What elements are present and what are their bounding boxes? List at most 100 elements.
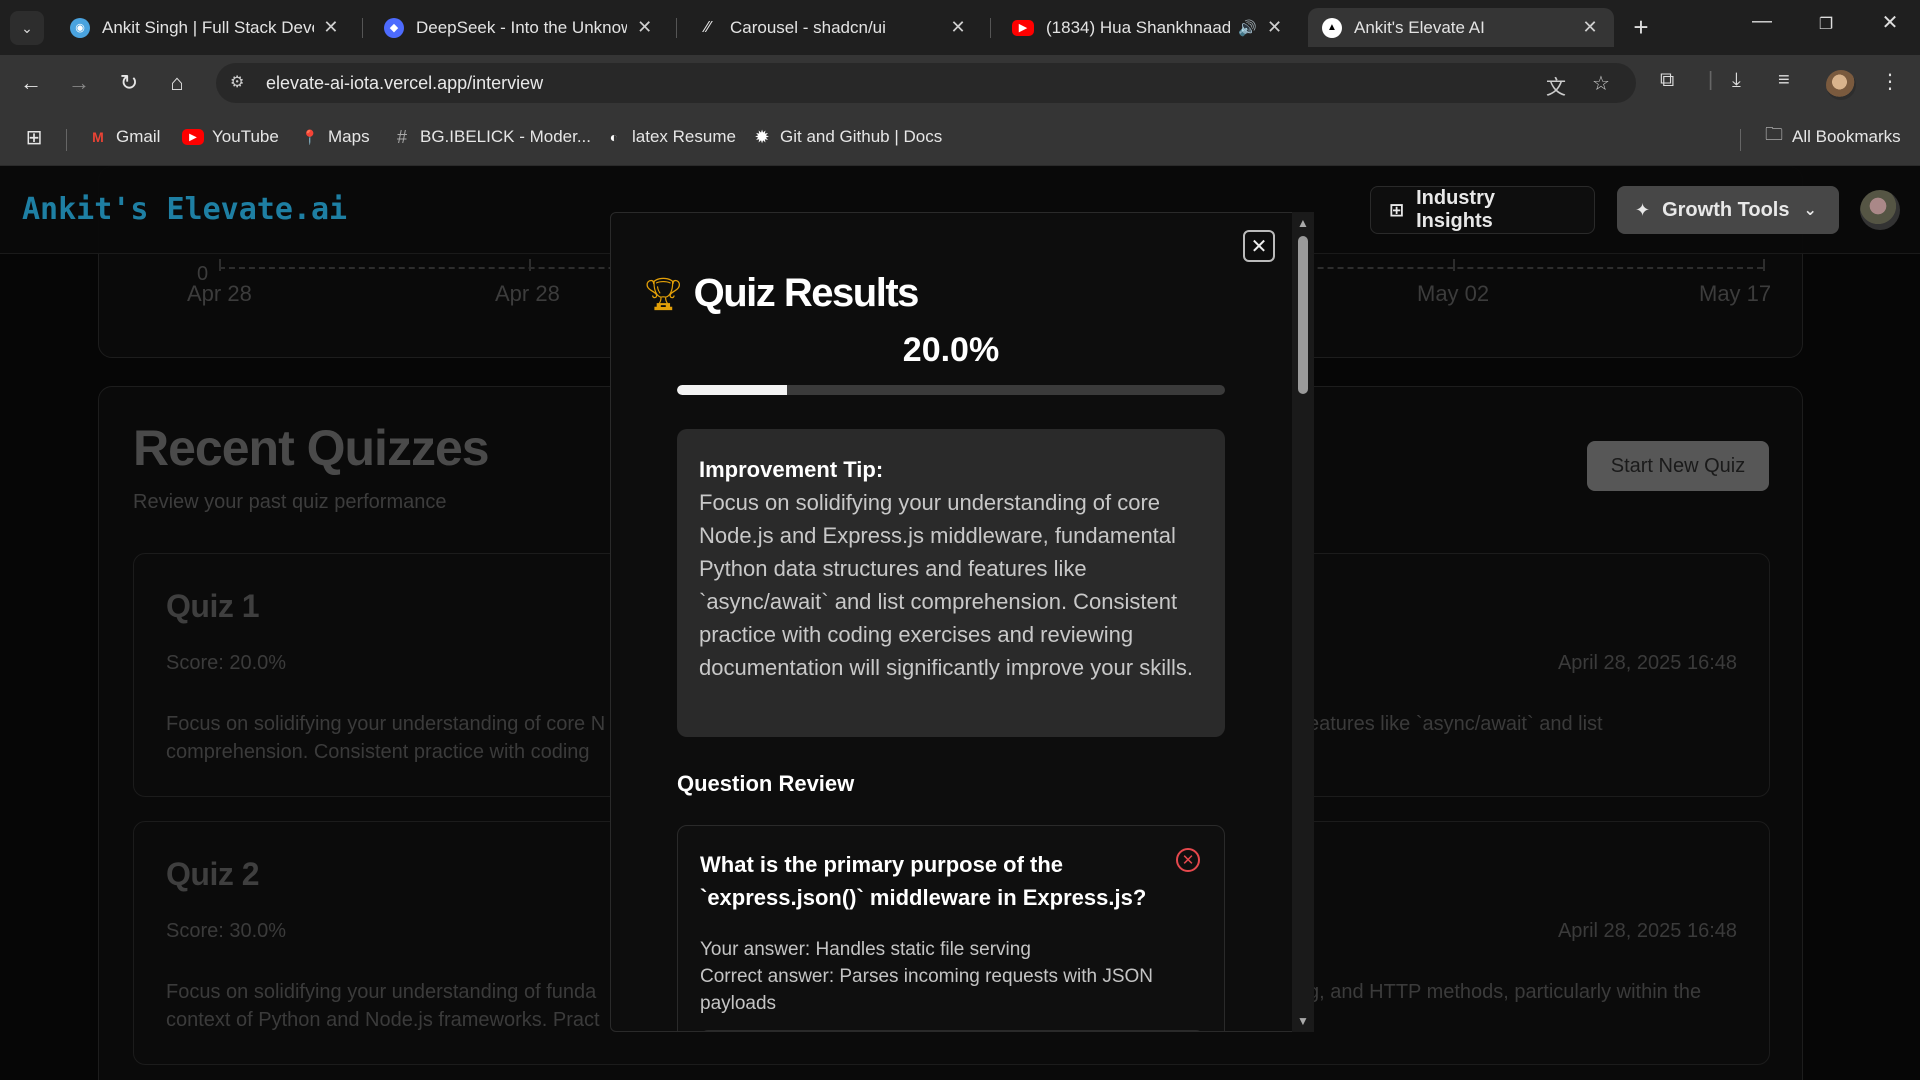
address-bar[interactable]: ⚙ elevate-ai-iota.vercel.app/interview 文… [216,63,1636,103]
bookmark-bg-ibelick[interactable]: # BG.IBELICK - Moder... [392,127,591,147]
vercel-icon: ▲ [1322,17,1342,38]
shadcn-icon: ⁄⁄ [705,18,711,36]
question-review-title: Question Review [677,771,855,796]
tab-shadcn[interactable]: ⁄⁄ Carousel - shadcn/ui ✕ [684,8,982,47]
bookmark-star-icon[interactable]: ☆ [1592,71,1610,96]
x-tick-label: May 17 [1699,281,1772,306]
x-tick-mark [1763,259,1765,271]
industry-insights-button[interactable]: ⊞ Industry Insights [1370,186,1595,234]
reload-button[interactable]: ↻ [114,68,144,98]
bookmark-divider [1740,129,1741,151]
start-new-quiz-button[interactable]: Start New Quiz [1587,441,1769,491]
restore-button[interactable]: ❐ [1806,14,1846,34]
quiz-tip-text-right: eatures like `async/await` and list [1308,713,1603,735]
quiz-score: Score: 30.0% [166,920,287,942]
question-review-item: What is the primary purpose of the `expr… [677,825,1225,1031]
recent-quizzes-subtitle: Review your past quiz performance [133,491,447,513]
sparkles-icon: ✦ [1635,199,1651,220]
quiz-score: Score: 20.0% [166,652,287,674]
incorrect-x-icon: ✕ [1176,848,1200,872]
close-tab-icon[interactable]: ✕ [322,17,340,38]
youtube-icon: ▶ [182,129,204,145]
tab-search-button[interactable]: ⌄ [10,11,44,45]
chevron-down-icon: ⌄ [1803,202,1817,219]
bookmark-latex-resume[interactable]: ◐ latex Resume [604,127,736,147]
scroll-up-icon[interactable]: ▲ [1297,216,1309,230]
bookmark-divider [66,129,67,151]
explanation-box [700,1030,1204,1031]
tab-strip: ⌄ ◉ Ankit Singh | Full Stack Develo ✕ ◆ … [0,0,1920,55]
all-bookmarks[interactable]: 🗀 All Bookmarks [1764,124,1901,147]
x-tick-mark [219,259,221,271]
your-answer: Your answer: Handles static file serving [700,939,1031,960]
hash-icon: # [396,126,407,147]
x-tick-label: May 02 [1417,281,1490,306]
translate-icon[interactable]: 文 [1546,71,1566,100]
close-window-button[interactable]: ✕ [1870,10,1910,35]
forward-button[interactable]: → [64,68,94,98]
folder-icon: 🗀 [1765,124,1783,144]
close-tab-icon[interactable]: ✕ [1580,17,1600,38]
site-settings-icon[interactable]: ⚙ [230,72,244,92]
dialog-scrollbar[interactable]: ▲ ▼ [1292,212,1314,1032]
improvement-tip-box: Improvement Tip: Focus on solidifying yo… [677,429,1225,737]
x-tick-label: Apr 28 [187,281,252,306]
gear-icon: ✹ [754,126,770,147]
quiz-date: April 28, 2025 16:48 [1557,920,1737,942]
x-tick-label: Apr 28 [495,281,560,306]
browser-profile-avatar[interactable] [1826,70,1856,100]
x-tick-mark [1453,259,1455,271]
maps-icon: 📍 [301,128,319,145]
menu-kebab-icon[interactable]: ⋮ [1880,69,1900,94]
back-button[interactable]: ← [16,68,46,98]
chevron-down-icon: ⌄ [21,19,33,36]
user-avatar[interactable] [1860,190,1900,230]
tab-deepseek[interactable]: ◆ DeepSeek - Into the Unknown ✕ [370,8,668,47]
x-tick-mark [529,259,531,271]
score-percentage: 20.0% [902,331,1000,369]
score-progress-fill [677,385,787,395]
question-text: What is the primary purpose of the `expr… [700,852,1147,910]
score-progress-bar [677,385,1225,395]
tab-elevate-active[interactable]: ▲ Ankit's Elevate AI ✕ [1308,8,1614,47]
correct-answer: Correct answer: Parses incoming requests… [700,966,1153,1014]
recent-quizzes-title: Recent Quizzes [133,420,490,476]
home-icon[interactable]: ⌂ [162,68,192,98]
app-logo[interactable]: Ankit's Elevate.ai [22,192,347,227]
tab-divider [676,18,677,38]
close-icon: ✕ [1250,235,1268,258]
extensions-icon[interactable]: ⧉ [1660,69,1674,92]
close-tab-icon[interactable]: ✕ [1265,17,1284,38]
speaker-icon[interactable]: 🔊 [1238,19,1257,37]
improvement-tip-text: Focus on solidifying your understanding … [699,490,1193,680]
quiz-tip-text-right: g, and HTTP methods, particularly within… [1308,981,1702,1003]
scroll-down-icon[interactable]: ▼ [1297,1014,1309,1028]
close-dialog-button[interactable]: ✕ [1243,230,1275,262]
tab-portfolio[interactable]: ◉ Ankit Singh | Full Stack Develo ✕ [56,8,354,47]
quiz-date: April 28, 2025 16:48 [1557,652,1737,674]
new-tab-button[interactable]: + [1626,12,1656,43]
minimize-button[interactable]: — [1742,10,1782,33]
globe-icon: ◉ [70,17,90,38]
scrollbar-thumb[interactable] [1298,236,1308,394]
overleaf-icon: ◐ [609,129,619,145]
close-tab-icon[interactable]: ✕ [635,17,654,38]
bookmark-gmail[interactable]: M Gmail [88,127,160,147]
download-icon[interactable]: ⤓ [1732,69,1741,92]
tab-youtube[interactable]: ▶ (1834) Hua Shankhnaad ( 🔊 ✕ [998,8,1298,47]
dashboard-grid-icon: ⊞ [1389,199,1405,220]
dialog-title: 🏆︎ Quiz Results [643,271,919,315]
toolbar-divider: | [1708,69,1714,91]
bookmark-git-github[interactable]: ✹ Git and Github | Docs [752,127,942,147]
quiz-title: Quiz 2 [166,856,260,892]
youtube-icon: ▶ [1012,19,1034,36]
improvement-tip-title: Improvement Tip: [699,457,884,482]
bookmark-youtube[interactable]: ▶ YouTube [182,127,279,147]
quiz-results-dialog: ✕ 🏆︎ Quiz Results 20.0% Improvement Tip:… [610,212,1314,1032]
media-control-icon[interactable]: ≡ [1778,69,1790,92]
bookmark-maps[interactable]: 📍 Maps [300,127,369,147]
growth-tools-button[interactable]: ✦ Growth Tools ⌄ [1617,186,1839,234]
browser-toolbar: ← → ↻ ⌂ ⚙ elevate-ai-iota.vercel.app/int… [0,55,1920,111]
apps-grid-icon[interactable]: ⊞ [24,127,52,149]
close-tab-icon[interactable]: ✕ [948,17,968,38]
